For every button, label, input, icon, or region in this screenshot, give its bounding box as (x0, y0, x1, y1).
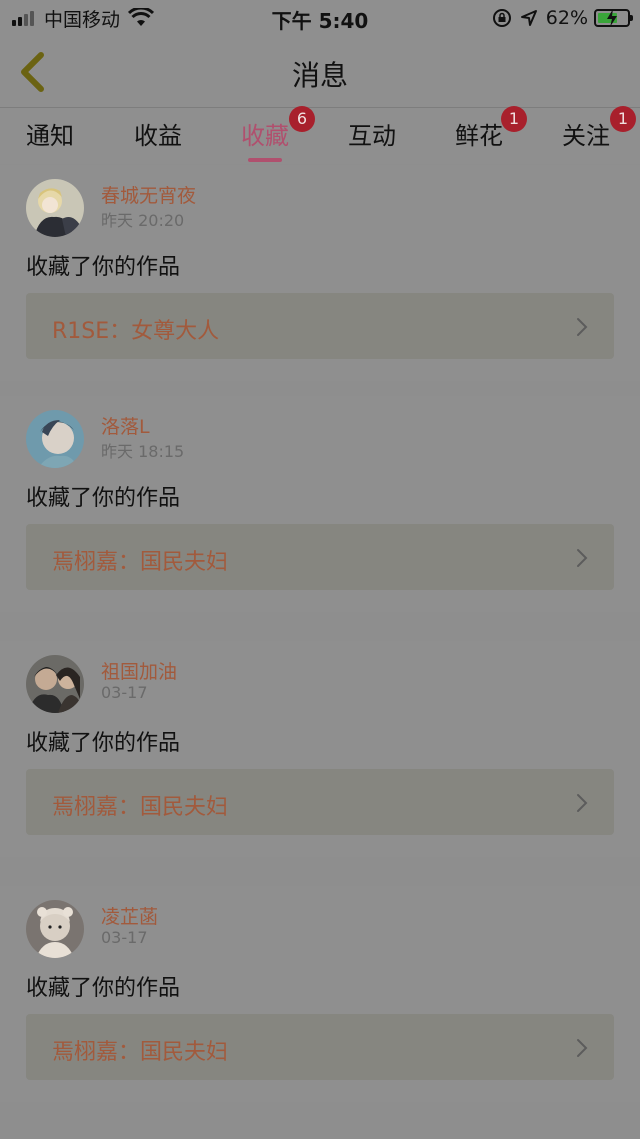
tab-label: 互动 (348, 122, 396, 150)
status-bar: 中国移动 下午 5:40 62% (0, 0, 640, 36)
message-item[interactable]: 祖国加油 03-17 收藏了你的作品 焉栩嘉：国民夫妇 (0, 641, 640, 857)
message-time: 昨天 18:15 (101, 442, 185, 461)
tab-label: 收藏 (241, 122, 289, 150)
message-time: 03-17 (101, 683, 148, 702)
tab-interaction[interactable]: 互动 (348, 116, 396, 151)
action-text: 收藏了你的作品 (26, 976, 181, 1001)
page-title: 消息 (291, 59, 348, 92)
work-link[interactable]: 焉栩嘉：国民夫妇 (26, 524, 614, 590)
tab-bar: 通知 收益 收藏 6 互动 鲜花 1 关注 1 (0, 106, 640, 164)
location-icon (520, 10, 537, 26)
work-link[interactable]: 焉栩嘉：国民夫妇 (26, 1014, 614, 1080)
chevron-right-icon (577, 549, 588, 567)
work-title: 焉栩嘉：国民夫妇 (52, 550, 229, 575)
avatar[interactable] (26, 410, 84, 468)
work-title: 焉栩嘉：国民夫妇 (52, 1040, 229, 1065)
tab-income[interactable]: 收益 (134, 116, 182, 151)
chevron-right-icon (577, 1039, 588, 1057)
user-name[interactable]: 凌芷菡 (101, 902, 158, 929)
tab-label: 鲜花 (455, 122, 503, 150)
nav-bar: 消息 (0, 36, 640, 108)
tab-favorites[interactable]: 收藏 6 (241, 106, 315, 162)
work-title: R1SE：女尊大人 (52, 319, 220, 344)
tab-follow[interactable]: 关注 1 (562, 106, 636, 151)
message-item[interactable]: 春城无宵夜 昨天 20:20 收藏了你的作品 R1SE：女尊大人 (0, 165, 640, 381)
tab-flowers[interactable]: 鲜花 1 (455, 106, 527, 151)
message-time: 03-17 (101, 928, 148, 947)
user-name[interactable]: 祖国加油 (101, 657, 177, 684)
tab-notice[interactable]: 通知 (26, 116, 74, 151)
message-item[interactable]: 洛落L 昨天 18:15 收藏了你的作品 焉栩嘉：国民夫妇 (0, 396, 640, 612)
action-text: 收藏了你的作品 (26, 255, 181, 280)
user-name[interactable]: 春城无宵夜 (101, 181, 196, 208)
work-title: 焉栩嘉：国民夫妇 (52, 795, 229, 820)
action-text: 收藏了你的作品 (26, 731, 181, 756)
message-time: 昨天 20:20 (101, 211, 185, 230)
chevron-right-icon (577, 794, 588, 812)
tab-label: 通知 (26, 122, 74, 150)
unread-badge: 1 (610, 106, 636, 132)
work-link[interactable]: 焉栩嘉：国民夫妇 (26, 769, 614, 835)
message-item[interactable]: 凌芷菡 03-17 收藏了你的作品 焉栩嘉：国民夫妇 (0, 886, 640, 1102)
tab-label: 收益 (134, 122, 182, 150)
avatar[interactable] (26, 900, 84, 958)
chevron-right-icon (577, 318, 588, 336)
battery-icon (594, 9, 633, 27)
active-tab-indicator (248, 158, 282, 162)
battery-percent: 62% (545, 7, 588, 29)
action-text: 收藏了你的作品 (26, 486, 181, 511)
user-name[interactable]: 洛落L (101, 412, 150, 439)
avatar[interactable] (26, 655, 84, 713)
tab-label: 关注 (562, 122, 610, 150)
work-link[interactable]: R1SE：女尊大人 (26, 293, 614, 359)
unread-badge: 1 (501, 106, 527, 132)
unread-badge: 6 (289, 106, 315, 132)
rotation-lock-icon (492, 9, 511, 27)
avatar[interactable] (26, 179, 84, 237)
